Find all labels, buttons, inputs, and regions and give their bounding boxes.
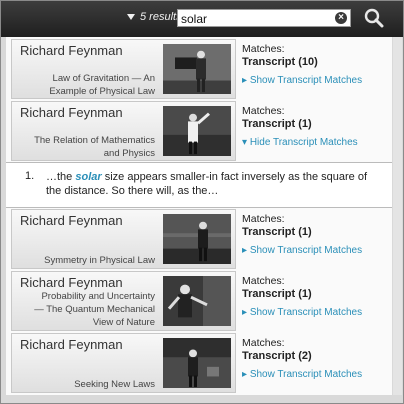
excerpt-before: …the (46, 171, 76, 183)
show-transcript-matches-link[interactable]: ▸ Show Transcript Matches (242, 369, 362, 380)
triangle-right-icon: ▸ (242, 75, 250, 86)
title-line: and Physics (103, 148, 155, 159)
search-input[interactable] (178, 11, 331, 27)
result-card[interactable]: Richard Feynman Law of Gravitation — An … (11, 39, 236, 99)
title-line: The Relation of Mathematics (34, 135, 155, 146)
search-button[interactable] (361, 6, 387, 32)
toggle-label: Show Transcript Matches (249, 75, 363, 86)
results-list: Richard Feynman Law of Gravitation — An … (6, 37, 392, 395)
matches-label: Matches: (242, 105, 285, 117)
video-thumbnail[interactable] (163, 214, 231, 264)
video-title[interactable]: The Relation of Mathematics and Physics (34, 134, 155, 160)
lecturer-thumbnail-image (163, 276, 231, 326)
match-info: Matches: Transcript (10) ▸ Show Transcri… (242, 43, 362, 86)
search-box: × (177, 9, 351, 27)
video-title[interactable]: Symmetry in Physical Law (44, 254, 155, 267)
matches-label: Matches: (242, 213, 285, 225)
lecturer-thumbnail-image (163, 106, 231, 156)
speaker-name: Richard Feynman (20, 275, 123, 290)
video-title[interactable]: Seeking New Laws (74, 378, 155, 391)
show-transcript-matches-link[interactable]: ▸ Show Transcript Matches (242, 75, 362, 86)
speaker-name: Richard Feynman (20, 105, 123, 120)
toggle-label: Hide Transcript Matches (249, 137, 358, 148)
search-icon (364, 8, 384, 28)
matches-label: Matches: (242, 43, 285, 55)
toggle-label: Show Transcript Matches (249, 307, 363, 318)
match-info: Matches: Transcript (1) ▸ Show Transcrip… (242, 213, 362, 256)
scrollbar[interactable] (393, 37, 402, 395)
video-thumbnail[interactable] (163, 338, 231, 388)
match-text[interactable]: …the solar size appears smaller-in fact … (46, 170, 376, 198)
speaker-name: Richard Feynman (20, 43, 123, 58)
match-info: Matches: Transcript (1) ▾ Hide Transcrip… (242, 105, 358, 148)
speaker-name: Richard Feynman (20, 213, 123, 228)
triangle-right-icon: ▸ (242, 369, 250, 380)
hide-transcript-matches-link[interactable]: ▾ Hide Transcript Matches (242, 137, 358, 148)
lecturer-thumbnail-image (163, 338, 231, 388)
transcript-match-excerpt: 1. …the solar size appears smaller-in fa… (6, 162, 392, 208)
title-line: View of Nature (92, 317, 155, 328)
dropdown-triangle-icon (127, 14, 135, 20)
transcript-count: Transcript (1) (242, 288, 312, 300)
triangle-right-icon: ▸ (242, 307, 250, 318)
video-thumbnail[interactable] (163, 44, 231, 94)
result-card[interactable]: Richard Feynman Symmetry in Physical Law (11, 209, 236, 269)
video-thumbnail[interactable] (163, 276, 231, 326)
clear-icon[interactable]: × (335, 12, 347, 24)
results-count: 5 results (140, 11, 182, 23)
match-number: 1. (25, 170, 35, 182)
triangle-right-icon: ▸ (242, 245, 250, 256)
matches-label: Matches: (242, 337, 285, 349)
show-transcript-matches-link[interactable]: ▸ Show Transcript Matches (242, 245, 362, 256)
lecturer-thumbnail-image (163, 44, 231, 94)
title-line: Probability and Uncertainty (41, 291, 155, 302)
video-thumbnail[interactable] (163, 106, 231, 156)
matches-label: Matches: (242, 275, 285, 287)
title-line: Example of Physical Law (49, 86, 155, 97)
video-title[interactable]: Probability and Uncertainty — The Quantu… (34, 290, 155, 329)
lecturer-thumbnail-image (163, 214, 231, 264)
speaker-name: Richard Feynman (20, 337, 123, 352)
result-item[interactable]: Richard Feynman Law of Gravitation — An … (6, 37, 392, 99)
search-results-window: 5 results × Richard Feynman Law of Gravi… (0, 0, 404, 404)
result-card[interactable]: Richard Feynman Seeking New Laws (11, 333, 236, 393)
result-item[interactable]: Richard Feynman Probability and Uncertai… (6, 269, 392, 331)
result-item[interactable]: Richard Feynman Seeking New Laws Matches… (6, 331, 392, 393)
toggle-label: Show Transcript Matches (249, 245, 363, 256)
match-info: Matches: Transcript (1) ▸ Show Transcrip… (242, 275, 362, 318)
video-title[interactable]: Law of Gravitation — An Example of Physi… (49, 72, 155, 98)
title-line: Seeking New Laws (74, 379, 155, 390)
triangle-down-icon: ▾ (242, 137, 250, 148)
title-line: — The Quantum Mechanical (34, 304, 155, 315)
result-item[interactable]: Richard Feynman Symmetry in Physical Law… (6, 207, 392, 269)
title-line: Symmetry in Physical Law (44, 255, 155, 266)
result-item[interactable]: Richard Feynman The Relation of Mathemat… (6, 99, 392, 161)
result-card[interactable]: Richard Feynman The Relation of Mathemat… (11, 101, 236, 161)
transcript-count: Transcript (1) (242, 226, 312, 238)
transcript-count: Transcript (10) (242, 56, 318, 68)
results-dropdown[interactable]: 5 results (127, 11, 182, 23)
show-transcript-matches-link[interactable]: ▸ Show Transcript Matches (242, 307, 362, 318)
top-bar: 5 results × (1, 1, 403, 37)
title-line: Law of Gravitation — An (52, 73, 155, 84)
transcript-count: Transcript (2) (242, 350, 312, 362)
toggle-label: Show Transcript Matches (249, 369, 363, 380)
result-card[interactable]: Richard Feynman Probability and Uncertai… (11, 271, 236, 331)
match-info: Matches: Transcript (2) ▸ Show Transcrip… (242, 337, 362, 380)
transcript-count: Transcript (1) (242, 118, 312, 130)
search-highlight: solar (75, 171, 102, 183)
